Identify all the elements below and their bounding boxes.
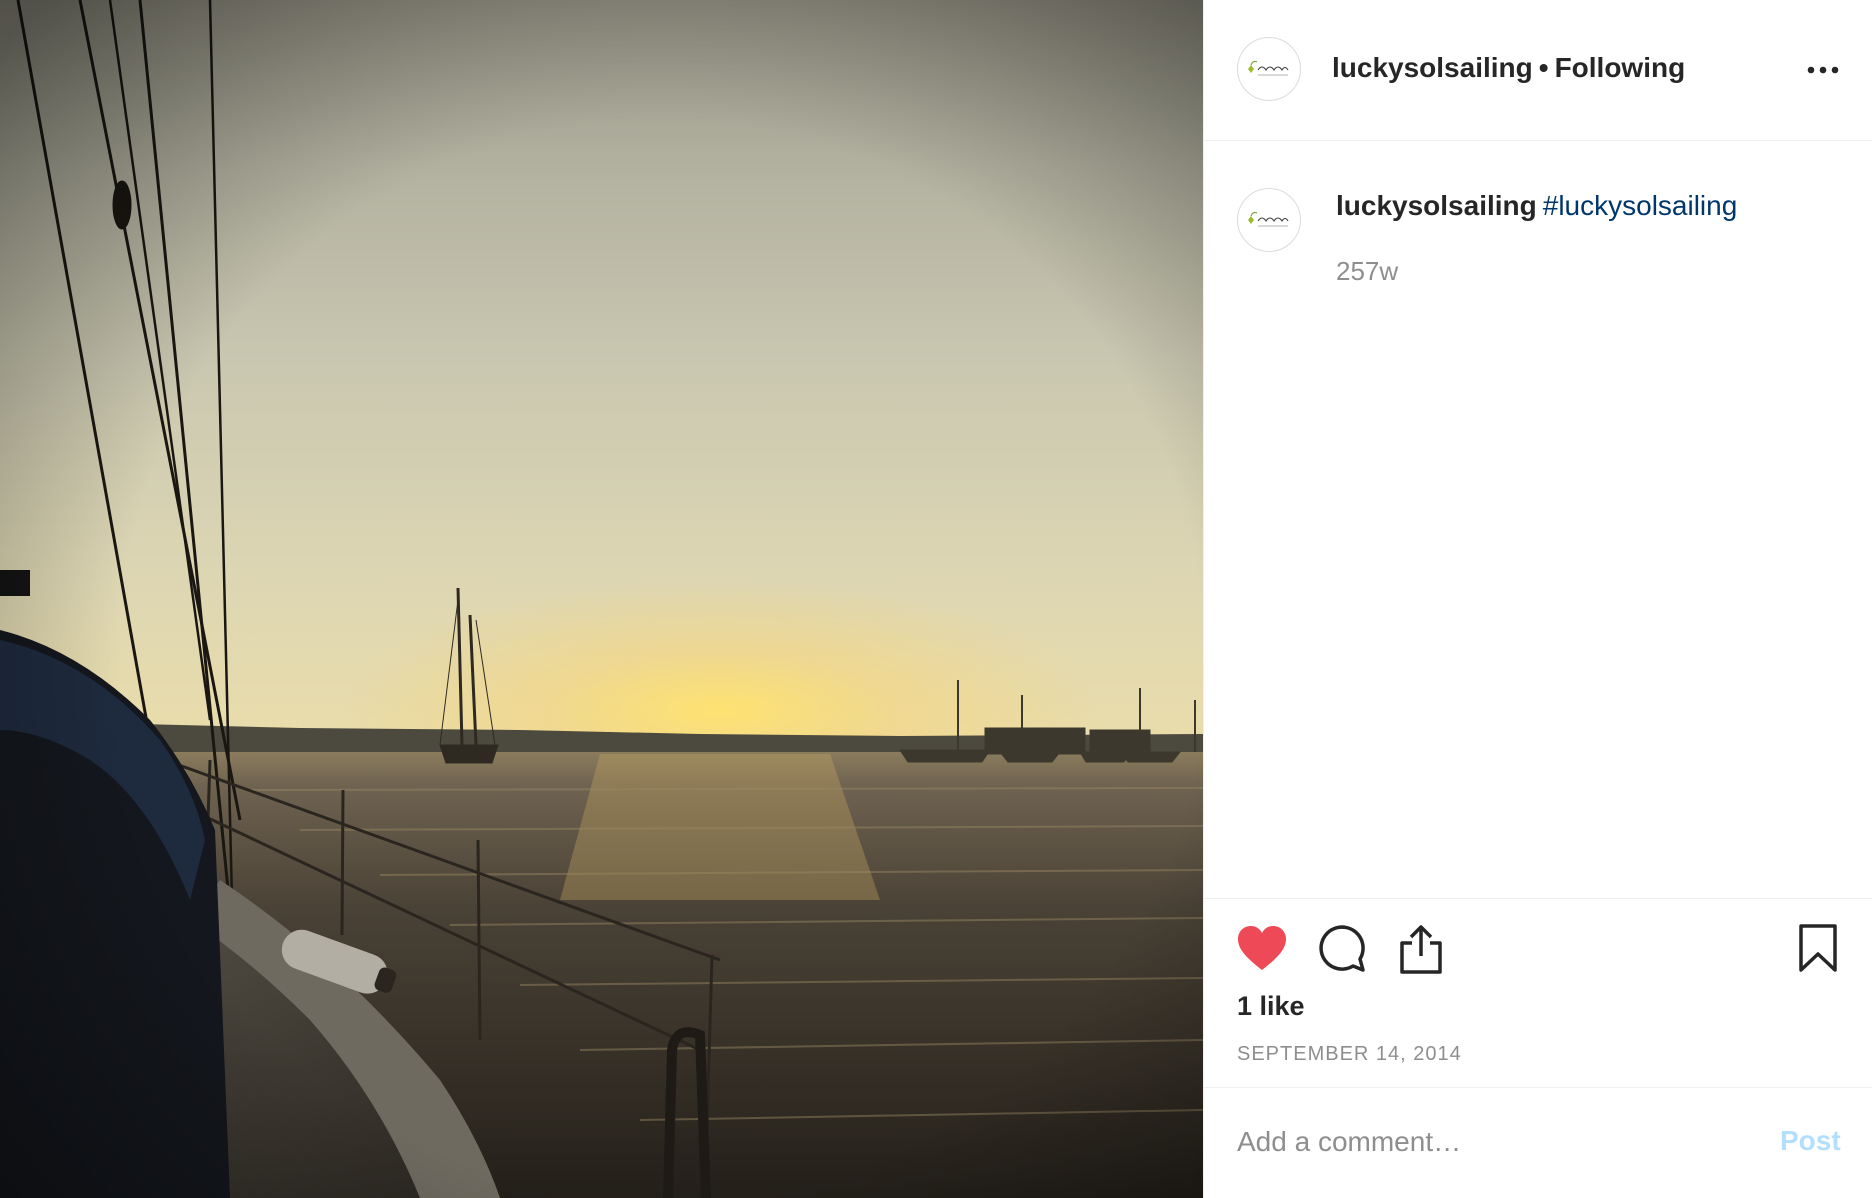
lucky-sol-sailing-logo-icon xyxy=(1239,190,1299,250)
post-comment-button[interactable]: Post xyxy=(1780,1125,1841,1157)
header-separator: • xyxy=(1538,52,1549,83)
likes-count[interactable]: 1 like xyxy=(1237,991,1305,1022)
save-button[interactable] xyxy=(1796,923,1840,973)
post-header: luckysolsailing • Following xyxy=(1204,0,1872,141)
hashtag-link[interactable]: #luckysolsailing xyxy=(1543,190,1738,221)
lucky-sol-sailing-logo-icon xyxy=(1239,39,1299,99)
following-button[interactable]: Following xyxy=(1555,52,1686,83)
post-details-panel: luckysolsailing • Following luckysolsailin… xyxy=(1203,0,1872,1198)
caption-section xyxy=(1204,141,1872,898)
like-button[interactable] xyxy=(1236,924,1288,972)
sunset-sailing-scene xyxy=(0,0,1203,1198)
header-title: luckysolsailing • Following xyxy=(1332,52,1685,84)
action-bar: 1 like SEPTEMBER 14, 2014 xyxy=(1204,898,1872,1088)
post-photo[interactable] xyxy=(0,0,1203,1198)
heart-filled-icon xyxy=(1238,926,1286,970)
post-date: SEPTEMBER 14, 2014 xyxy=(1237,1043,1462,1065)
comment-input[interactable] xyxy=(1237,1117,1757,1167)
share-icon xyxy=(1400,925,1442,974)
caption-username-link[interactable]: luckysolsailing xyxy=(1336,190,1537,221)
bookmark-icon xyxy=(1799,924,1837,972)
comment-icon xyxy=(1319,925,1365,972)
share-button[interactable] xyxy=(1396,923,1446,975)
header-username-link[interactable]: luckysolsailing xyxy=(1332,52,1533,83)
more-options-button[interactable] xyxy=(1806,58,1840,82)
more-horizontal-icon xyxy=(1807,66,1839,74)
caption-avatar[interactable] xyxy=(1237,188,1301,252)
caption-text: luckysolsailing #luckysolsailing xyxy=(1336,190,1737,222)
comment-button[interactable] xyxy=(1316,923,1366,973)
caption-timestamp: 257w xyxy=(1336,256,1399,286)
comment-form: Post xyxy=(1204,1087,1872,1198)
avatar[interactable] xyxy=(1237,37,1301,101)
